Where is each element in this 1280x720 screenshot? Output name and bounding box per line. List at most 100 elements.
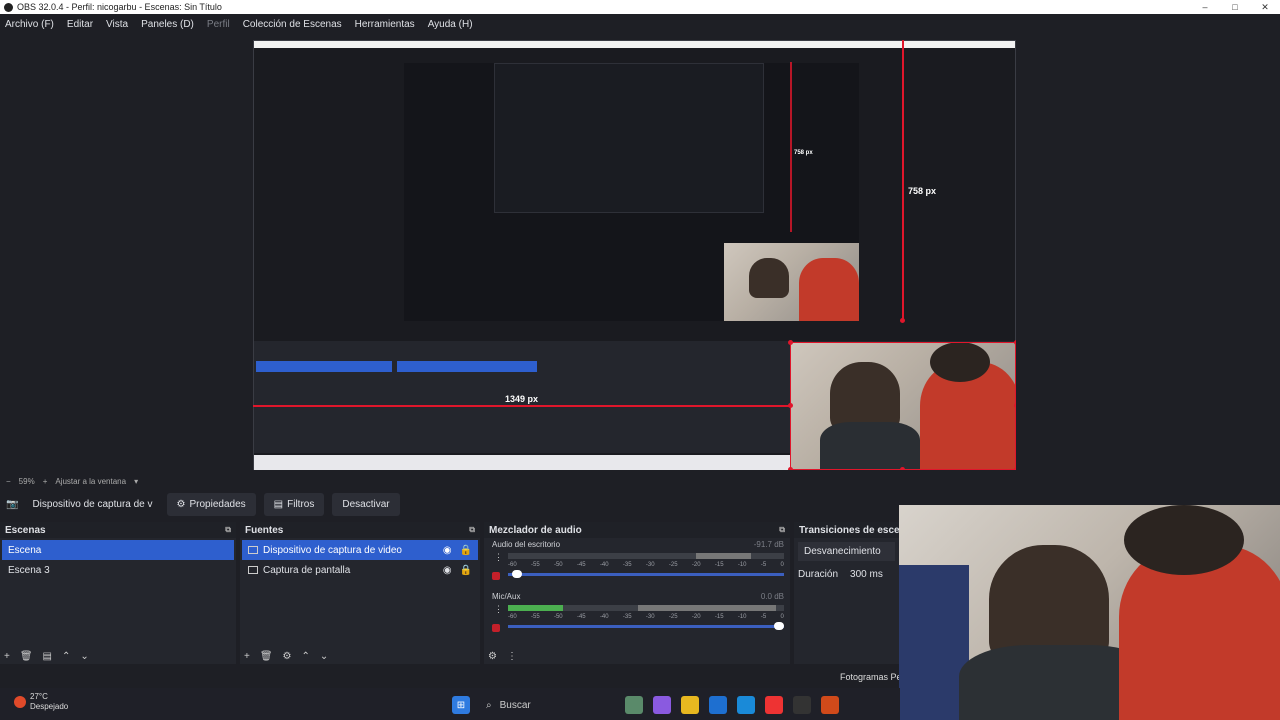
- audio-mixer-dock: Mezclador de audio ⧉ Audio del escritorio…: [484, 522, 790, 664]
- maximize-button[interactable]: □: [1220, 0, 1250, 14]
- channel-name: Audio del escritorio: [492, 540, 561, 549]
- trash-icon[interactable]: 🗑: [260, 651, 273, 662]
- add-icon[interactable]: +: [4, 651, 10, 662]
- chevron-down-icon[interactable]: ▾: [134, 477, 138, 486]
- app-icon[interactable]: [625, 696, 643, 714]
- menu-bar: Archivo (F) Editar Vista Paneles (D) Per…: [0, 14, 1280, 34]
- menu-ayuda[interactable]: Ayuda (H): [428, 19, 473, 30]
- gear-icon[interactable]: ⚙: [488, 651, 497, 662]
- gear-icon[interactable]: ⚙: [283, 651, 292, 662]
- resize-handle[interactable]: [788, 340, 793, 345]
- folder-icon[interactable]: [681, 696, 699, 714]
- edge-icon[interactable]: [737, 696, 755, 714]
- selection-box[interactable]: [790, 342, 1016, 470]
- channel-name: Mic/Aux: [492, 592, 521, 601]
- search-icon: ⌕: [486, 699, 492, 711]
- meter-ticks: -60 -55 -50 -45 -40 -35 -30 -25 -20 -15 -10 -5 0: [508, 614, 784, 620]
- resize-handle[interactable]: [1014, 403, 1016, 408]
- filter-icon[interactable]: ▤: [43, 651, 52, 662]
- add-icon[interactable]: +: [244, 651, 250, 662]
- chevron-up-icon[interactable]: ⌃: [62, 651, 70, 662]
- source-item[interactable]: Captura de pantalla ◉ 🔒: [242, 560, 478, 580]
- volume-meter: [508, 605, 784, 611]
- volume-slider[interactable]: [508, 622, 784, 630]
- menu-editar[interactable]: Editar: [67, 19, 93, 30]
- eye-icon[interactable]: ◉: [443, 565, 452, 576]
- lock-icon[interactable]: 🔒: [460, 565, 472, 576]
- resize-handle[interactable]: [1014, 467, 1016, 470]
- menu-paneles[interactable]: Paneles (D): [141, 19, 194, 30]
- duration-label: Duración: [798, 569, 839, 580]
- weather-icon: [14, 696, 26, 708]
- chrome-icon[interactable]: [765, 696, 783, 714]
- zoom-out-button[interactable]: −: [6, 477, 11, 486]
- channel-db: 0.0 dB: [760, 592, 784, 601]
- scenes-dock: Escenas ⧉ Escena Escena 3 + 🗑 ▤ ⌃ ⌄: [0, 522, 236, 664]
- taskbar: 27°C Despejado ⊞ ⌕ Buscar: [0, 688, 900, 720]
- filter-icon: ▤: [273, 498, 284, 510]
- chevron-down-icon[interactable]: ⌄: [320, 651, 328, 662]
- chevron-up-icon[interactable]: ⌃: [302, 651, 310, 662]
- scene-item[interactable]: Escena: [2, 540, 234, 560]
- close-button[interactable]: ✕: [1250, 0, 1280, 14]
- more-icon[interactable]: ⋮: [507, 651, 517, 662]
- taskbar-search[interactable]: ⌕ Buscar: [480, 695, 615, 715]
- properties-button[interactable]: ⚙ Propiedades: [166, 492, 256, 516]
- vertical-guide-line: [902, 40, 904, 322]
- nested-camera-feed: [724, 243, 859, 321]
- menu-archivo[interactable]: Archivo (F): [5, 19, 54, 30]
- mixer-title: Mezclador de audio: [489, 524, 582, 536]
- duration-input[interactable]: 300 ms: [850, 569, 883, 580]
- volume-slider[interactable]: [508, 570, 784, 578]
- guide-anchor: [900, 318, 905, 323]
- weather-widget[interactable]: 27°C Despejado: [14, 692, 68, 712]
- scene-item[interactable]: Escena 3: [2, 560, 234, 580]
- store-icon[interactable]: [709, 696, 727, 714]
- undock-icon[interactable]: ⧉: [225, 525, 231, 535]
- minimize-button[interactable]: –: [1190, 0, 1220, 14]
- trash-icon[interactable]: 🗑: [20, 651, 33, 662]
- sources-footer: + 🗑 ⚙ ⌃ ⌄: [244, 651, 328, 662]
- resize-handle[interactable]: [788, 467, 793, 470]
- app-icon[interactable]: [821, 696, 839, 714]
- zoom-bar: − 59% + Ajustar a la ventana ▾: [0, 474, 1280, 488]
- deactivate-button[interactable]: Desactivar: [332, 492, 400, 516]
- filters-button[interactable]: ▤ Filtros: [263, 492, 325, 516]
- more-icon[interactable]: ⋮: [494, 552, 503, 563]
- height-measure-label: 758 px: [908, 186, 937, 196]
- menu-herramientas[interactable]: Herramientas: [355, 19, 415, 30]
- lock-icon[interactable]: 🔒: [460, 545, 472, 556]
- more-icon[interactable]: ⋮: [494, 604, 503, 615]
- monitor-icon: [248, 566, 258, 574]
- resize-handle[interactable]: [1014, 340, 1016, 345]
- scenes-title: Escenas: [5, 524, 46, 536]
- mute-button[interactable]: [492, 624, 500, 632]
- transition-select[interactable]: Desvanecimiento: [798, 542, 895, 561]
- menu-coleccion-escenas[interactable]: Colección de Escenas: [243, 19, 342, 30]
- source-item[interactable]: Dispositivo de captura de video ◉ 🔒: [242, 540, 478, 560]
- undock-icon[interactable]: ⧉: [469, 525, 475, 535]
- nested-height-label: 758 px: [794, 150, 813, 156]
- obs-logo-icon: [4, 2, 13, 12]
- preview-area[interactable]: 758 px 758 px 1349 px: [0, 34, 1280, 474]
- channel-db: -91.7 dB: [753, 540, 784, 549]
- preview-canvas[interactable]: 758 px 758 px 1349 px: [253, 40, 1016, 470]
- menu-vista[interactable]: Vista: [106, 19, 128, 30]
- window-controls: – □ ✕: [1190, 0, 1280, 14]
- copilot-icon[interactable]: [653, 696, 671, 714]
- selected-source-name: Dispositivo de captura de v: [32, 498, 153, 510]
- undock-icon[interactable]: ⧉: [779, 525, 785, 535]
- zoom-fit-select[interactable]: Ajustar a la ventana: [55, 477, 126, 486]
- chevron-down-icon[interactable]: ⌄: [80, 651, 88, 662]
- windows-start-icon[interactable]: ⊞: [452, 696, 470, 714]
- zoom-level[interactable]: 59%: [19, 477, 35, 486]
- transitions-title: Transiciones de escena: [799, 524, 912, 536]
- eye-icon[interactable]: ◉: [443, 545, 452, 556]
- window-title: OBS 32.0.4 - Perfil: nicogarbu - Escenas…: [17, 2, 222, 12]
- menu-perfil[interactable]: Perfil: [207, 19, 230, 30]
- mute-button[interactable]: [492, 572, 500, 580]
- nested-guide-line: [790, 62, 792, 232]
- obs-icon[interactable]: [793, 696, 811, 714]
- resize-handle[interactable]: [900, 467, 905, 470]
- zoom-in-button[interactable]: +: [43, 477, 48, 486]
